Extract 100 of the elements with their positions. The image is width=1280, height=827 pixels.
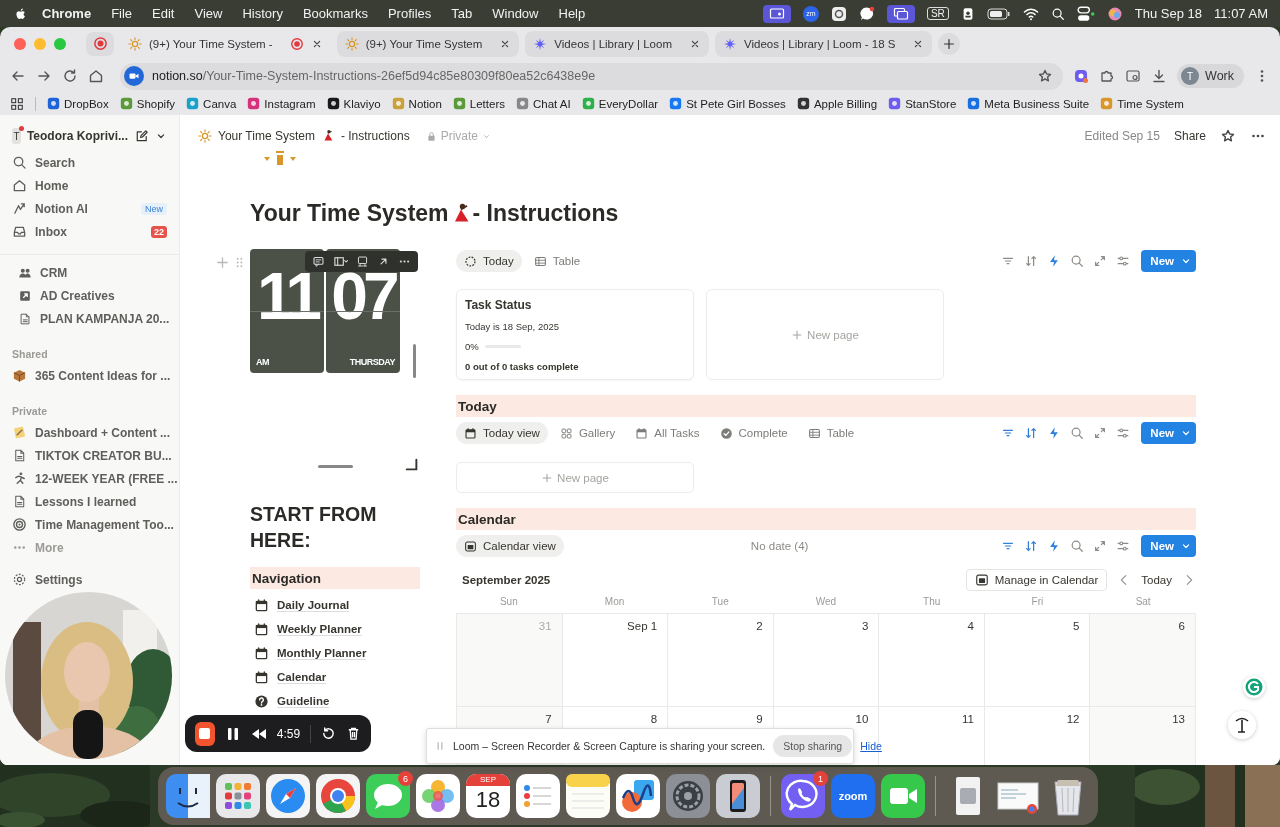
home-icon[interactable] <box>88 68 104 84</box>
smiley-face-icon[interactable] <box>166 774 210 818</box>
menu-item[interactable]: Tab <box>441 6 483 21</box>
menubar-time[interactable]: 11:07 AM <box>1214 6 1268 21</box>
video-camera-icon[interactable] <box>124 66 144 86</box>
video-camera-icon[interactable] <box>881 774 925 818</box>
battery-icon[interactable] <box>986 5 1011 22</box>
bookmark[interactable]: Instagram <box>247 97 316 110</box>
workspace-switcher[interactable]: T Teodora Koprivi... <box>8 121 171 151</box>
bookmark[interactable]: StanStore <box>888 97 957 110</box>
view-tab[interactable]: All Tasks <box>627 422 708 444</box>
no-date-count[interactable]: No date (4) <box>750 540 809 552</box>
layout-icon[interactable] <box>333 254 348 269</box>
sidebar-item[interactable]: Home <box>8 174 167 197</box>
puzzle-icon[interactable] <box>1099 68 1116 84</box>
browser-tab[interactable]: Videos | Library | Loom - 18 S <box>714 30 933 57</box>
bookmark[interactable]: Klaviyo <box>326 97 381 110</box>
compass-icon[interactable] <box>266 774 310 818</box>
hide-link[interactable]: Hide <box>860 740 882 752</box>
bookmark[interactable]: St Pete Girl Bosses <box>669 97 786 110</box>
new-button[interactable]: New <box>1141 250 1196 272</box>
new-tab-button[interactable] <box>938 32 961 55</box>
restart-icon[interactable] <box>321 726 336 741</box>
breadcrumb[interactable]: Your Time System - Instructions <box>194 127 414 145</box>
calendar-day[interactable]: 13 <box>1090 707 1196 765</box>
menu-item[interactable]: History <box>232 6 293 21</box>
scribble-icon[interactable] <box>616 774 660 818</box>
color-orb-icon[interactable] <box>1106 5 1123 22</box>
search-icon[interactable] <box>1050 6 1065 21</box>
manage-calendar-button[interactable]: Manage in Calendar <box>965 569 1108 591</box>
menu-item[interactable]: File <box>101 6 143 21</box>
sidebar-page[interactable]: CRM <box>8 261 167 284</box>
trash-icon[interactable] <box>346 726 361 741</box>
page-link[interactable]: Guideline <box>250 689 420 713</box>
sidebar-item[interactable]: Notion AI <box>8 197 141 220</box>
app-grid-icon[interactable] <box>216 774 260 818</box>
comment-icon[interactable] <box>312 255 325 268</box>
new-button[interactable]: New <box>1141 422 1196 444</box>
apps-grid-icon[interactable] <box>10 96 24 111</box>
view-tab[interactable]: Gallery <box>551 422 624 444</box>
view-tab[interactable]: Table <box>525 250 589 272</box>
bookmark-star-icon[interactable] <box>1037 68 1054 84</box>
menu-item[interactable]: View <box>184 6 233 21</box>
bookmark[interactable]: Canva <box>186 97 237 110</box>
bookmark[interactable]: Apple Billing <box>796 97 878 110</box>
app-menu[interactable]: Chrome <box>28 6 102 21</box>
url-text[interactable]: notion.so/Your-Time-System-Instructions-26ef5d94c85e80309f80ea52c6438e9e <box>152 69 1030 83</box>
tab-search-icon[interactable] <box>1125 68 1142 84</box>
sidebar-item[interactable]: Search <box>8 151 167 174</box>
bookmark[interactable]: Chat AI <box>516 97 571 110</box>
stop-sharing-button[interactable]: Stop sharing <box>773 735 853 757</box>
flower-icon[interactable] <box>416 774 460 818</box>
browser-tab[interactable]: Videos | Library | Loom <box>525 30 709 57</box>
view-tab[interactable]: Table <box>799 422 863 444</box>
bookmark[interactable]: EveryDollar <box>581 97 659 110</box>
control-center-icon[interactable] <box>1076 4 1095 23</box>
apple-icon[interactable] <box>14 6 28 21</box>
bookmark[interactable]: Shopify <box>119 97 176 110</box>
compose-icon[interactable] <box>134 128 149 144</box>
bookmark[interactable]: Meta Business Suite <box>967 97 1090 110</box>
resize-handle[interactable] <box>413 344 416 378</box>
bookmark[interactable]: Notion <box>391 97 442 110</box>
browser-tab[interactable]: (9+) Your Time System <box>336 30 520 57</box>
status-label[interactable]: SR <box>926 7 949 20</box>
profile-button[interactable]: T Work <box>1177 64 1244 88</box>
pinned-tab[interactable] <box>86 31 114 56</box>
view-tab[interactable]: Today <box>456 250 522 272</box>
sidebar-page[interactable]: 365 Content Ideas for ... <box>8 364 175 387</box>
calendar-day[interactable]: 3 <box>773 614 880 707</box>
new-button[interactable]: New <box>1141 535 1196 557</box>
share-button[interactable]: Share <box>1173 129 1206 143</box>
checklist-icon[interactable] <box>516 774 560 818</box>
page-link[interactable]: Weekly Planner <box>250 617 420 641</box>
display-icon[interactable] <box>356 255 369 268</box>
reload-icon[interactable] <box>62 68 78 84</box>
sidebar-page[interactable]: AD Creatives <box>8 284 167 307</box>
menu-item[interactable]: Help <box>548 6 596 21</box>
page-link[interactable]: Monthly Planner <box>250 641 420 665</box>
view-tab[interactable]: Today view <box>456 422 548 444</box>
gear-icon[interactable] <box>666 774 710 818</box>
notepad-icon[interactable] <box>566 774 610 818</box>
sidebar-page[interactable]: TIKTOK CREATOR BU... <box>8 444 176 467</box>
view-tab[interactable]: Calendar view <box>456 535 564 557</box>
phone-call-icon[interactable] <box>781 774 825 818</box>
browser-icon[interactable] <box>316 774 360 818</box>
screen-share-status[interactable] <box>762 4 791 23</box>
bookmark[interactable]: DropBox <box>47 97 109 110</box>
resize-handle[interactable] <box>318 465 353 468</box>
view-tab[interactable]: Complete <box>711 422 796 444</box>
bookmark[interactable]: Letters <box>452 97 505 110</box>
window-status[interactable] <box>886 4 915 23</box>
circle-app-icon[interactable] <box>830 5 847 22</box>
address-bar[interactable]: notion.so/Your-Time-System-Instructions-26ef5d94c85e80309f80ea52c6438e9e <box>120 62 1064 90</box>
sidebar-page[interactable]: Lessons I learned <box>8 490 167 513</box>
calendar-day[interactable]: Sep 1 <box>562 614 669 707</box>
stop-recording-button[interactable] <box>195 721 215 746</box>
page-link[interactable]: Calendar <box>250 665 420 689</box>
sidebar-page[interactable]: Time Management Too... <box>8 513 178 536</box>
menu-item[interactable]: Profiles <box>377 6 442 21</box>
status-card[interactable]: Task Status Today is 18 Sep, 2025 0% 0 out of 0 tasks complete <box>456 289 694 380</box>
